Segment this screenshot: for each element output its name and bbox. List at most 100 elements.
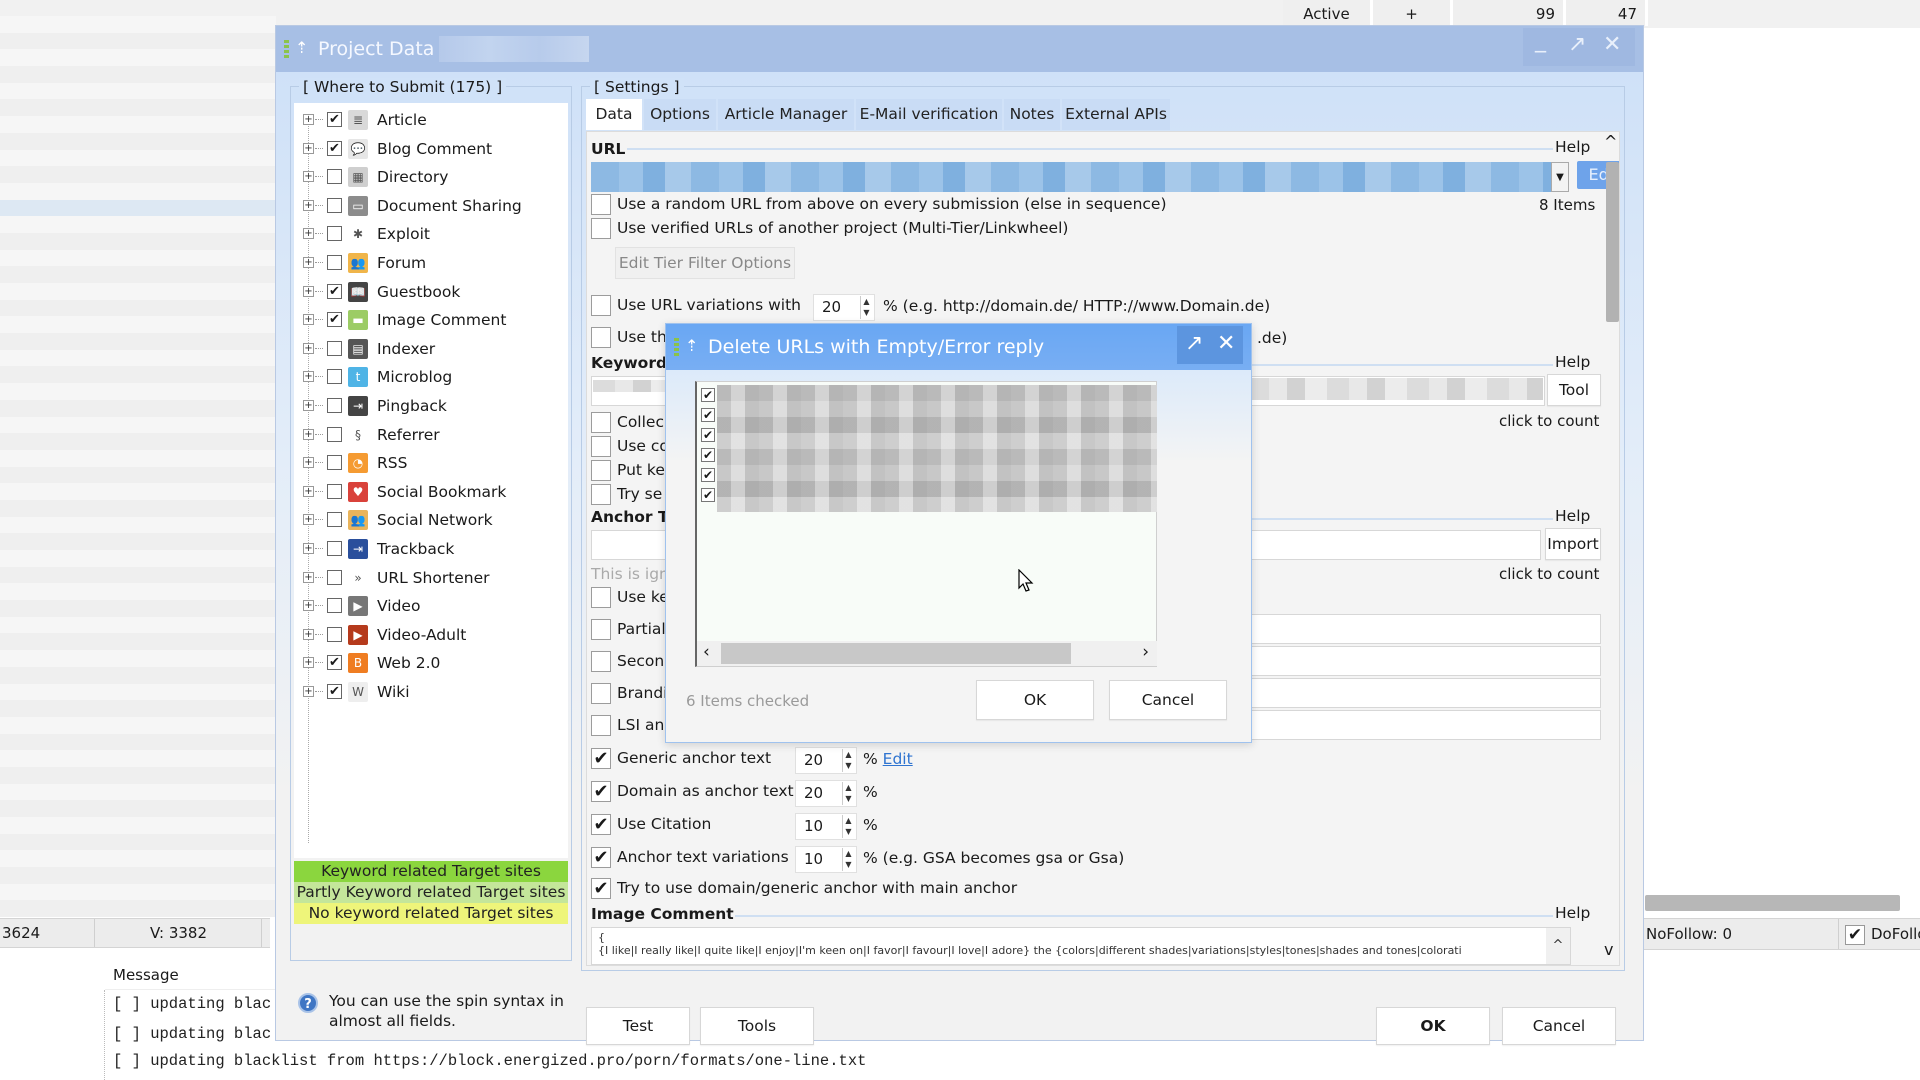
keyword-option[interactable]: Put ke	[591, 460, 665, 481]
background-row[interactable]	[0, 216, 276, 233]
url-variations-checkbox[interactable]	[591, 295, 611, 316]
anchor-option[interactable]: Brandi	[591, 683, 667, 704]
background-row[interactable]	[0, 232, 276, 250]
background-row[interactable]	[0, 383, 276, 400]
url-help-link[interactable]: Help	[1555, 138, 1590, 156]
platform-item[interactable]: + ✔ 💬 Blog Comment	[294, 136, 568, 165]
background-row[interactable]	[0, 766, 276, 784]
platform-item[interactable]: + ⇥ Trackback	[294, 536, 568, 565]
background-row[interactable]	[0, 16, 276, 33]
background-row[interactable]	[0, 817, 276, 834]
scroll-up-icon[interactable]: ^	[1604, 132, 1617, 151]
url-item-checkbox[interactable]: ✔	[701, 428, 715, 442]
expand-icon[interactable]: +	[303, 199, 314, 211]
keyword-option[interactable]: Try se	[591, 484, 662, 505]
platform-checkbox[interactable]: ✔	[327, 684, 342, 699]
expand-icon[interactable]: +	[303, 686, 314, 697]
platform-item[interactable]: + ♥ Social Bookmark	[294, 479, 568, 508]
platform-checkbox[interactable]	[327, 512, 342, 528]
background-row[interactable]	[0, 266, 276, 283]
tab-notes[interactable]: Notes	[1004, 99, 1060, 130]
keyword-option-checkbox[interactable]	[591, 484, 611, 505]
platform-checkbox[interactable]	[327, 483, 342, 499]
background-row[interactable]	[0, 600, 276, 617]
anchor-option[interactable]: Secon	[591, 651, 664, 672]
try-domain-generic-checkbox[interactable]: ✔	[591, 878, 611, 899]
platform-checkbox[interactable]	[327, 255, 342, 270]
background-row[interactable]	[0, 650, 276, 667]
platform-item[interactable]: + ✔ W Wiki	[294, 679, 568, 708]
tab-article-manager[interactable]: Article Manager	[718, 99, 854, 130]
tab-options[interactable]: Options	[644, 99, 716, 130]
background-row[interactable]	[0, 182, 276, 200]
platform-item[interactable]: + 👥 Social Network	[294, 507, 568, 536]
platform-checkbox[interactable]	[327, 197, 342, 213]
platform-item[interactable]: + ◔ RSS	[294, 450, 568, 479]
settings-vertical-scrollbar[interactable]: ^ v	[1603, 132, 1619, 965]
platform-checkbox[interactable]: ✔	[327, 655, 342, 671]
generic-anchor-checkbox[interactable]: ✔	[591, 748, 611, 769]
expand-icon[interactable]: +	[303, 485, 314, 497]
scrollbar-thumb[interactable]	[1606, 162, 1619, 322]
background-row[interactable]	[0, 800, 276, 817]
expand-icon[interactable]: +	[303, 657, 314, 669]
platform-checkbox[interactable]	[327, 398, 342, 413]
verified-urls-checkbox[interactable]	[591, 218, 611, 239]
platform-checkbox[interactable]: ✔	[327, 140, 342, 156]
background-row[interactable]	[0, 550, 276, 567]
background-row[interactable]	[0, 199, 276, 217]
scroll-left-icon[interactable]: ‹	[703, 642, 710, 662]
expand-icon[interactable]: +	[303, 571, 314, 583]
platform-item[interactable]: + ▶ Video-Adult	[294, 622, 568, 651]
platform-tree[interactable]: + ✔ ≣ Article + ✔ 💬 Blog Comment + ▦ Directory + ▭ Do…	[294, 103, 568, 858]
domain-anchor-checkbox[interactable]: ✔	[591, 781, 611, 802]
expand-icon[interactable]: +	[303, 371, 314, 383]
background-row[interactable]	[0, 700, 276, 717]
background-row[interactable]	[0, 66, 276, 83]
keywords-tool-button[interactable]: Tool	[1547, 374, 1601, 406]
ok-button[interactable]: OK	[1376, 1007, 1490, 1045]
expand-icon[interactable]: +	[303, 400, 314, 411]
url-item-checkbox[interactable]: ✔	[701, 388, 715, 402]
platform-checkbox[interactable]	[327, 340, 342, 356]
background-row[interactable]	[0, 516, 276, 534]
spinner-arrows-icon[interactable]: ▲ ▼	[842, 848, 854, 871]
expand-icon[interactable]: +	[303, 543, 314, 554]
expand-icon[interactable]: +	[303, 428, 314, 440]
background-row[interactable]	[0, 416, 276, 434]
domain-anchor-option[interactable]: ✔ Domain as anchor text	[591, 781, 794, 802]
keyword-option-checkbox[interactable]	[591, 412, 611, 433]
generic-anchor-spinner[interactable]: 20 ▲ ▼	[795, 747, 857, 774]
anchor-variations-checkbox[interactable]: ✔	[591, 847, 611, 868]
anchor-variations-option[interactable]: ✔ Anchor text variations	[591, 847, 789, 868]
background-row[interactable]	[0, 132, 276, 150]
keyword-option[interactable]: Collec	[591, 412, 664, 433]
keywords-help-link[interactable]: Help	[1555, 353, 1590, 371]
background-row[interactable]	[0, 583, 276, 601]
anchor-variations-spinner[interactable]: 10 ▲ ▼	[795, 846, 857, 873]
anchor-option-checkbox[interactable]	[591, 651, 611, 672]
platform-item[interactable]: + ⇥ Pingback	[294, 393, 568, 422]
background-row[interactable]	[0, 32, 276, 50]
background-row[interactable]	[0, 166, 276, 183]
platform-item[interactable]: + ▦ Directory	[294, 164, 568, 193]
platform-checkbox[interactable]	[327, 426, 342, 442]
sub-ok-button[interactable]: OK	[976, 680, 1094, 720]
keyword-option[interactable]: Use co	[591, 436, 669, 457]
anchor-option-checkbox[interactable]	[591, 715, 611, 736]
expand-icon[interactable]: +	[303, 285, 314, 297]
maximize-icon[interactable]: ↗	[1185, 331, 1203, 356]
sub-cancel-button[interactable]: Cancel	[1109, 680, 1227, 720]
expand-icon[interactable]: +	[303, 600, 314, 612]
tab-email-verification[interactable]: E-Mail verification	[856, 99, 1002, 130]
tools-button[interactable]: Tools	[700, 1007, 814, 1045]
platform-item[interactable]: + ▶ Video	[294, 593, 568, 622]
expand-icon[interactable]: +	[303, 228, 314, 240]
background-row[interactable]	[0, 349, 276, 367]
platform-item[interactable]: + ✔ ≣ Article	[294, 107, 568, 136]
background-row[interactable]	[0, 900, 276, 918]
expand-icon[interactable]: +	[303, 314, 314, 326]
image-comment-textarea[interactable]: { {I like|I really like|I quite like|I e…	[591, 927, 1571, 965]
background-row[interactable]	[0, 449, 276, 467]
background-row[interactable]	[0, 149, 276, 167]
